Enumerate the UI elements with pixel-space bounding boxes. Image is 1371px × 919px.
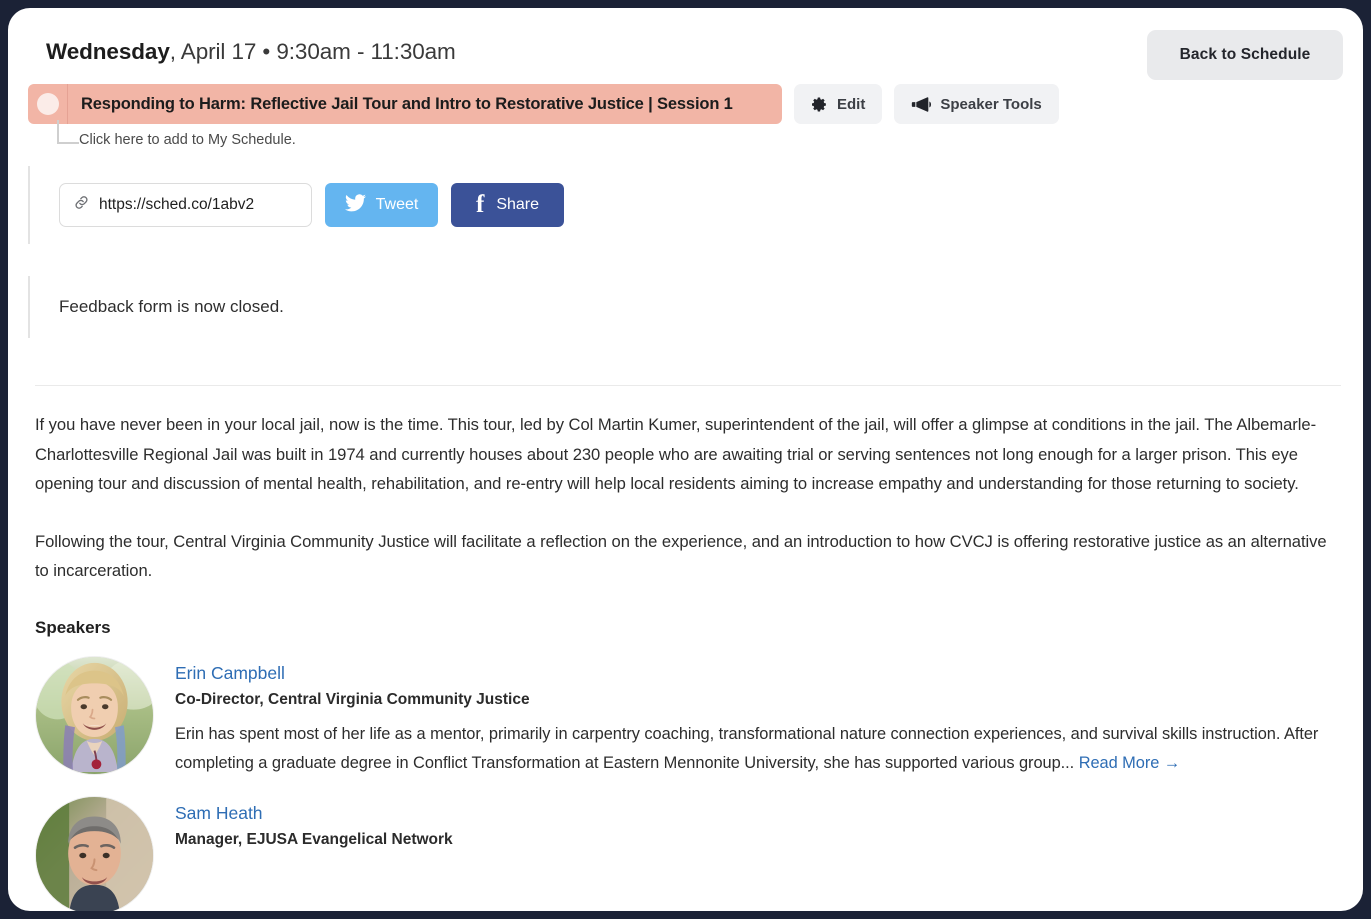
connector-line — [57, 120, 79, 144]
tweet-button[interactable]: Tweet — [325, 183, 438, 227]
back-to-schedule-button[interactable]: Back to Schedule — [1147, 30, 1343, 80]
edit-button[interactable]: Edit — [794, 84, 883, 124]
header: Wednesday, April 17 • 9:30am - 11:30am B… — [28, 8, 1343, 80]
speakers-heading: Speakers — [35, 617, 111, 637]
facebook-share-button[interactable]: f Share — [451, 183, 564, 227]
share-label: Share — [496, 196, 540, 213]
speaker-tools-label: Speaker Tools — [940, 95, 1042, 113]
session-detail-card: Wednesday, April 17 • 9:30am - 11:30am B… — [8, 8, 1363, 911]
session-title-bar[interactable]: Responding to Harm: Reflective Jail Tour… — [28, 84, 782, 124]
section-divider — [35, 385, 1341, 386]
speaker-name-link[interactable]: Erin Campbell — [175, 663, 285, 684]
gear-icon — [811, 96, 828, 113]
share-row: https://sched.co/1abv2 Tweet f Share — [28, 166, 1363, 244]
add-to-schedule-circle-icon[interactable] — [36, 93, 59, 115]
feedback-message: Feedback form is now closed. — [59, 297, 284, 316]
date-time: , April 17 • 9:30am - 11:30am — [169, 39, 456, 64]
card-content: Wednesday, April 17 • 9:30am - 11:30am B… — [8, 8, 1363, 911]
read-more-link[interactable]: Read More → — [1079, 754, 1181, 772]
feedback-row: Feedback form is now closed. — [28, 276, 1363, 338]
day-of-week: Wednesday — [46, 39, 170, 64]
speaker-role: Co-Director, Central Virginia Community … — [175, 690, 530, 708]
speaker-item: Erin Campbell Co-Director, Central Virgi… — [35, 655, 1341, 778]
link-icon — [73, 194, 90, 216]
avatar[interactable] — [35, 655, 154, 775]
speaker-details: Sam Heath Manager, EJUSA Evangelical Net… — [175, 796, 1341, 911]
speaker-details: Erin Campbell Co-Director, Central Virgi… — [175, 656, 1341, 778]
twitter-bird-icon — [344, 193, 366, 217]
speaker-name-link[interactable]: Sam Heath — [175, 803, 263, 824]
session-title: Responding to Harm: Reflective Jail Tour… — [81, 94, 733, 113]
megaphone-icon — [911, 96, 932, 113]
app-viewport: Wednesday, April 17 • 9:30am - 11:30am B… — [0, 0, 1371, 919]
description-paragraph-2: Following the tour, Central Virginia Com… — [35, 531, 1327, 581]
tweet-label: Tweet — [375, 196, 419, 213]
speaker-item: Sam Heath Manager, EJUSA Evangelical Net… — [35, 796, 1341, 911]
speaker-tools-button[interactable]: Speaker Tools — [894, 84, 1059, 124]
facebook-f-icon: f — [475, 190, 485, 218]
add-to-schedule-row: Click here to add to My Schedule. — [28, 120, 1363, 166]
session-description: If you have never been in your local jai… — [35, 410, 1341, 586]
session-url-input[interactable]: https://sched.co/1abv2 — [59, 183, 312, 227]
speaker-bio: Erin has spent most of her life as a men… — [175, 720, 1341, 778]
avatar[interactable] — [35, 796, 154, 911]
edit-button-label: Edit — [837, 95, 866, 113]
page-title: Wednesday, April 17 • 9:30am - 11:30am — [28, 38, 1343, 66]
session-status-cell[interactable] — [28, 84, 68, 124]
description-paragraph-1: If you have never been in your local jai… — [35, 415, 1317, 494]
speaker-role: Manager, EJUSA Evangelical Network — [175, 831, 453, 849]
add-to-schedule-hint[interactable]: Click here to add to My Schedule. — [79, 132, 296, 148]
session-url-value: https://sched.co/1abv2 — [99, 196, 255, 213]
session-bar-row: Responding to Harm: Reflective Jail Tour… — [28, 84, 1363, 124]
